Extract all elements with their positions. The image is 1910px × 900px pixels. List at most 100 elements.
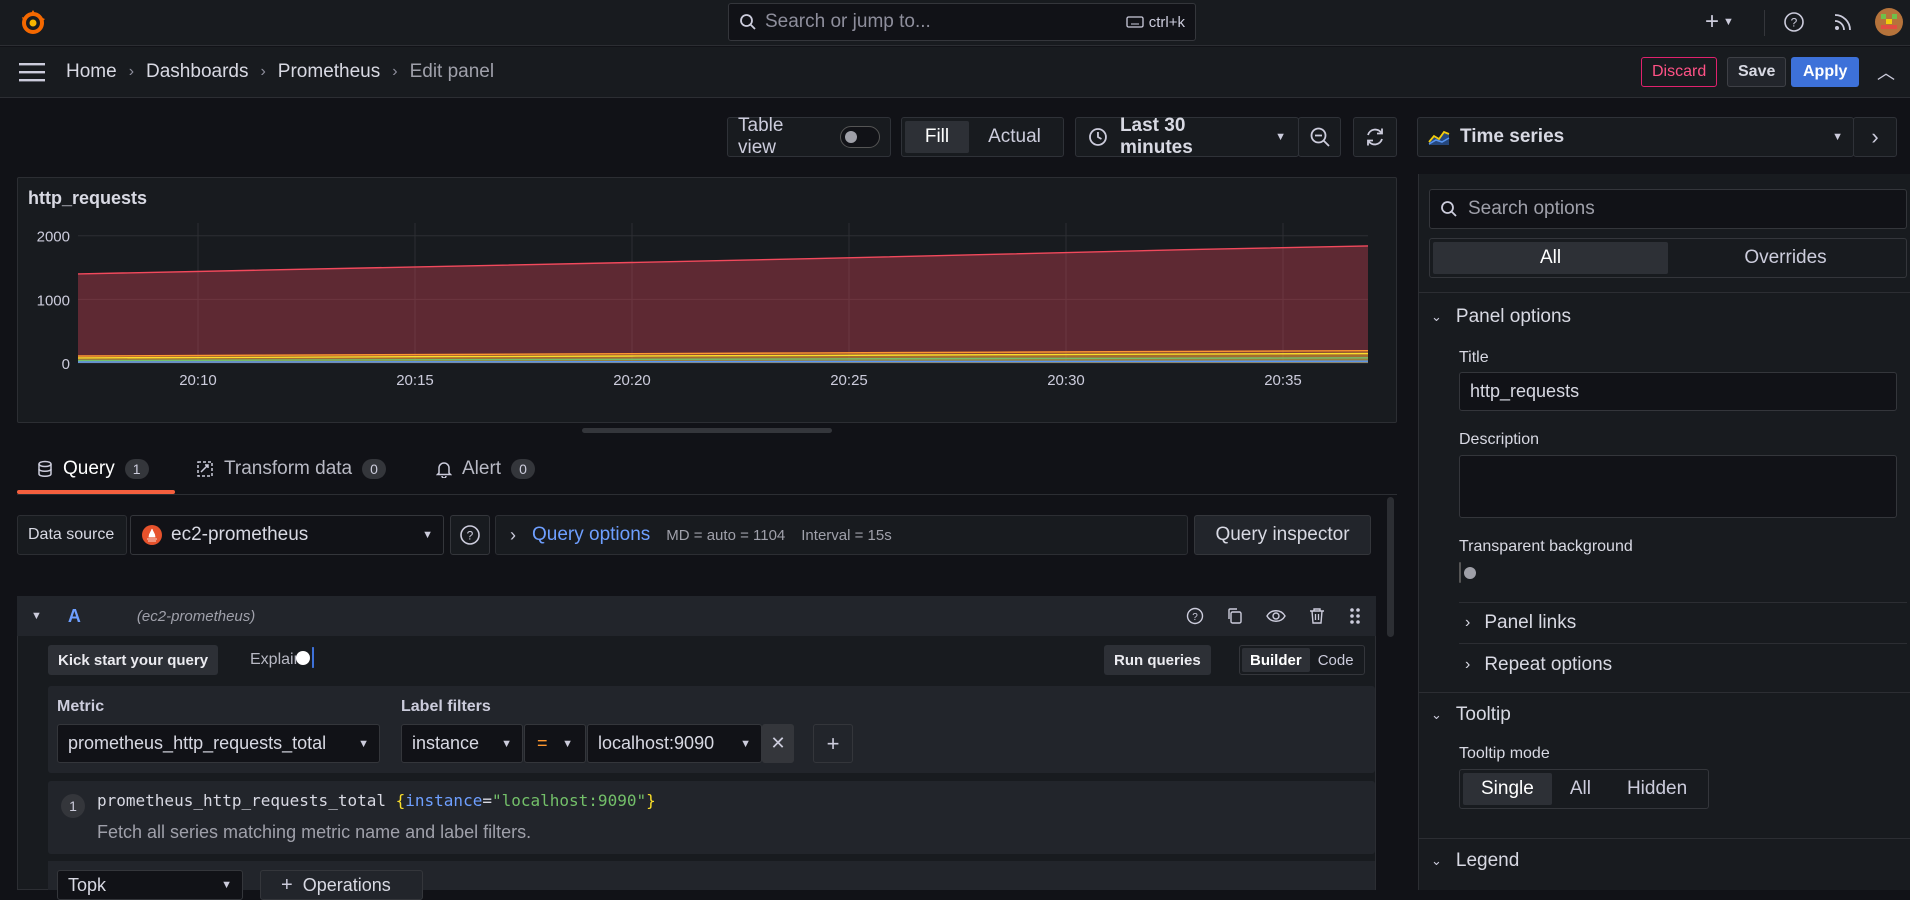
nav-bar: Home › Dashboards › Prometheus › Edit pa… — [0, 47, 1910, 98]
breadcrumb-home[interactable]: Home — [66, 61, 117, 83]
label-value-value: localhost:9090 — [598, 733, 715, 753]
save-button[interactable]: Save — [1727, 57, 1787, 87]
user-avatar[interactable] — [1875, 8, 1903, 36]
zoom-out-button[interactable] — [1298, 117, 1341, 157]
search-bar[interactable]: Search or jump to... ctrl+k — [728, 3, 1196, 41]
actual-option[interactable]: Actual — [969, 121, 1060, 153]
help-icon[interactable]: ? — [1783, 11, 1805, 33]
eye-icon[interactable] — [1266, 607, 1286, 625]
all-option[interactable]: All — [1433, 242, 1668, 274]
top-bar: Search or jump to... ctrl+k + ▼ ? — [0, 0, 1910, 46]
tab-alert[interactable]: Alert 0 — [436, 458, 535, 480]
query-ref-id[interactable]: A — [68, 606, 81, 627]
metric-label: Metric — [57, 698, 105, 715]
expr-metric: prometheus_http_requests_total — [97, 791, 386, 810]
chevron-down-icon: ▼ — [358, 737, 369, 750]
time-series-icon — [1428, 130, 1450, 145]
legend-header[interactable]: ⌄ Legend — [1431, 850, 1519, 872]
datasource-picker[interactable]: ec2-prometheus ▼ — [130, 515, 444, 555]
time-range-value: Last 30 minutes — [1119, 115, 1193, 158]
tab-transform-data[interactable]: Transform data 0 — [196, 458, 386, 480]
help-icon: ? — [460, 525, 480, 545]
query-inspector-button[interactable]: Query inspector — [1194, 515, 1371, 555]
transparent-background-switch[interactable] — [1459, 562, 1461, 583]
remove-filter-button[interactable]: ✕ — [762, 724, 794, 763]
chevron-down-icon: ▼ — [1275, 131, 1286, 143]
query-scrollbar[interactable] — [1387, 497, 1394, 637]
help-icon[interactable]: ? — [1186, 607, 1204, 625]
tooltip-hidden-option[interactable]: Hidden — [1609, 773, 1705, 805]
add-operations-button[interactable]: + Operations — [260, 870, 423, 900]
fill-option[interactable]: Fill — [905, 121, 969, 153]
discard-button[interactable]: Discard — [1641, 57, 1718, 87]
tab-query-label: Query — [63, 458, 115, 479]
description-textarea[interactable] — [1459, 455, 1897, 518]
repeat-options-header[interactable]: › Repeat options — [1465, 654, 1612, 676]
label-operator-select[interactable]: = ▼ — [524, 724, 586, 763]
search-icon — [740, 14, 756, 30]
breadcrumb-separator-icon: › — [128, 63, 135, 80]
time-range-picker[interactable]: Last 30 minutes ▼ — [1075, 115, 1299, 158]
apply-button[interactable]: Apply — [1791, 57, 1860, 87]
run-queries-button[interactable]: Run queries — [1104, 645, 1211, 675]
panel-links-header[interactable]: › Panel links — [1465, 612, 1576, 634]
transparent-background-label: Transparent background — [1459, 538, 1633, 555]
tab-query[interactable]: Query 1 — [37, 458, 149, 480]
breadcrumb-prometheus[interactable]: Prometheus — [278, 61, 380, 83]
builder-option[interactable]: Builder — [1242, 648, 1310, 672]
code-option[interactable]: Code — [1310, 648, 1362, 672]
overrides-option[interactable]: Overrides — [1668, 242, 1903, 274]
chevron-down-icon: ⌄ — [1431, 853, 1442, 868]
query-options-bar[interactable]: › Query options MD = auto = 1104 Interva… — [495, 515, 1188, 555]
menu-icon[interactable] — [19, 62, 45, 82]
label-value-select[interactable]: localhost:9090 ▼ — [587, 724, 762, 763]
new-menu[interactable]: + ▼ — [1705, 8, 1734, 36]
table-view-switch[interactable] — [840, 126, 880, 148]
grafana-logo-icon[interactable] — [18, 8, 48, 38]
tooltip-mode-radio-group: Single All Hidden — [1459, 769, 1710, 809]
collapse-options-button[interactable]: › — [1853, 117, 1897, 157]
chevron-down-icon: ▼ — [562, 737, 573, 750]
plus-icon: + — [281, 873, 293, 896]
add-filter-button[interactable]: + — [813, 724, 853, 763]
drag-handle-icon[interactable] — [1348, 606, 1362, 626]
x-tick-label: 20:10 — [179, 372, 217, 389]
label-key-select[interactable]: instance ▼ — [401, 724, 523, 763]
metric-select[interactable]: prometheus_http_requests_total ▼ — [57, 724, 380, 763]
collapse-chevron-up-icon[interactable]: ︿ — [1877, 59, 1895, 85]
panel-resize-handle[interactable] — [582, 428, 832, 433]
editor-mode-radio-group: Builder Code — [1239, 645, 1365, 675]
tooltip-header[interactable]: ⌄ Tooltip — [1431, 704, 1511, 726]
operations-label: Operations — [302, 874, 391, 895]
chevron-down-icon: ▼ — [1723, 16, 1734, 28]
query-options-label[interactable]: Query options — [532, 524, 650, 546]
operation-select[interactable]: Topk ▼ — [57, 870, 243, 900]
datasource-help-button[interactable]: ? — [450, 515, 490, 555]
plus-icon: + — [1705, 8, 1720, 35]
collapse-query-chevron-icon[interactable]: ▼ — [31, 610, 42, 622]
trash-icon[interactable] — [1308, 607, 1326, 625]
kick-start-query-button[interactable]: Kick start your query — [48, 645, 219, 675]
tooltip-all-option[interactable]: All — [1552, 773, 1609, 805]
panel-options-header[interactable]: ⌄ Panel options — [1431, 306, 1571, 328]
svg-text:?: ? — [1192, 612, 1198, 623]
chevron-right-icon: › — [1465, 614, 1471, 631]
options-filter-radio-group: All Overrides — [1429, 238, 1907, 278]
title-input[interactable]: http_requests — [1459, 372, 1897, 411]
tooltip-single-option[interactable]: Single — [1463, 773, 1552, 805]
table-view-toggle[interactable]: Table view — [727, 115, 891, 158]
y-tick-label: 0 — [62, 356, 70, 373]
duplicate-icon[interactable] — [1226, 607, 1244, 625]
sidebar-divider — [1419, 838, 1910, 839]
tab-alert-count: 0 — [511, 459, 535, 479]
time-series-chart[interactable]: 2000 1000 0 20:10 20:15 20:20 20:25 20:30 20:35 — [18, 208, 1398, 424]
visualization-picker[interactable]: Time series ▼ — [1417, 117, 1854, 157]
svg-text:?: ? — [467, 529, 474, 543]
panel-options-title: Panel options — [1455, 306, 1572, 327]
breadcrumb-dashboards[interactable]: Dashboards — [146, 61, 248, 83]
refresh-button[interactable] — [1353, 117, 1397, 157]
title-label: Title — [1459, 349, 1489, 366]
news-feed-icon[interactable] — [1832, 11, 1854, 33]
explain-switch[interactable] — [312, 647, 314, 668]
search-options-input[interactable]: Search options — [1429, 189, 1907, 229]
